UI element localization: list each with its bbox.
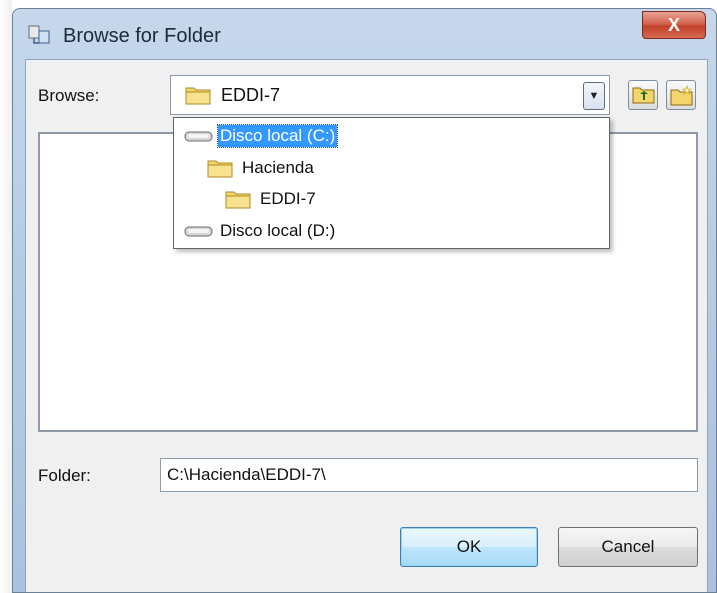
chevron-down-icon: ▼ bbox=[588, 90, 600, 102]
drive-icon bbox=[184, 221, 214, 241]
browse-label: Browse: bbox=[38, 86, 100, 105]
cancel-button[interactable]: Cancel bbox=[558, 527, 698, 567]
dropdown-arrow-button[interactable]: ▼ bbox=[583, 82, 605, 110]
title-bar[interactable]: Browse for Folder X bbox=[13, 9, 716, 59]
folder-path-field[interactable] bbox=[160, 458, 698, 492]
dropdown-item-disco-d[interactable]: Disco local (D:) bbox=[184, 218, 337, 244]
app-icon bbox=[27, 23, 53, 47]
dropdown-item-disco-c[interactable]: Disco local (C:) bbox=[184, 123, 339, 149]
window-title: Browse for Folder bbox=[63, 25, 221, 47]
folder-icon bbox=[224, 189, 254, 209]
folder-icon bbox=[185, 85, 211, 110]
close-button[interactable]: X bbox=[642, 11, 706, 39]
up-one-level-button[interactable] bbox=[628, 80, 658, 110]
dropdown-item-label: EDDI-7 bbox=[260, 189, 316, 208]
dropdown-item-label: Disco local (D:) bbox=[220, 221, 336, 240]
folder-label: Folder: bbox=[38, 466, 91, 485]
browse-combobox[interactable]: EDDI-7 ▼ bbox=[170, 75, 610, 115]
dropdown-item-hacienda[interactable]: Hacienda bbox=[206, 155, 316, 181]
browse-dropdown-list: Disco local (C:) Hacienda EDDI-7 Disco l… bbox=[173, 117, 610, 249]
background-edge bbox=[0, 0, 12, 593]
ok-button[interactable]: OK bbox=[400, 527, 538, 567]
dropdown-item-eddi-7[interactable]: EDDI-7 bbox=[224, 186, 318, 212]
folder-icon bbox=[206, 158, 236, 178]
new-folder-button[interactable] bbox=[666, 80, 696, 110]
dropdown-item-label: Hacienda bbox=[242, 158, 314, 177]
dropdown-item-label: Disco local (C:) bbox=[216, 124, 339, 148]
folder-path-input[interactable] bbox=[161, 459, 697, 491]
close-icon: X bbox=[667, 14, 680, 35]
drive-icon bbox=[184, 126, 214, 146]
browse-selected-value: EDDI-7 bbox=[221, 85, 281, 105]
